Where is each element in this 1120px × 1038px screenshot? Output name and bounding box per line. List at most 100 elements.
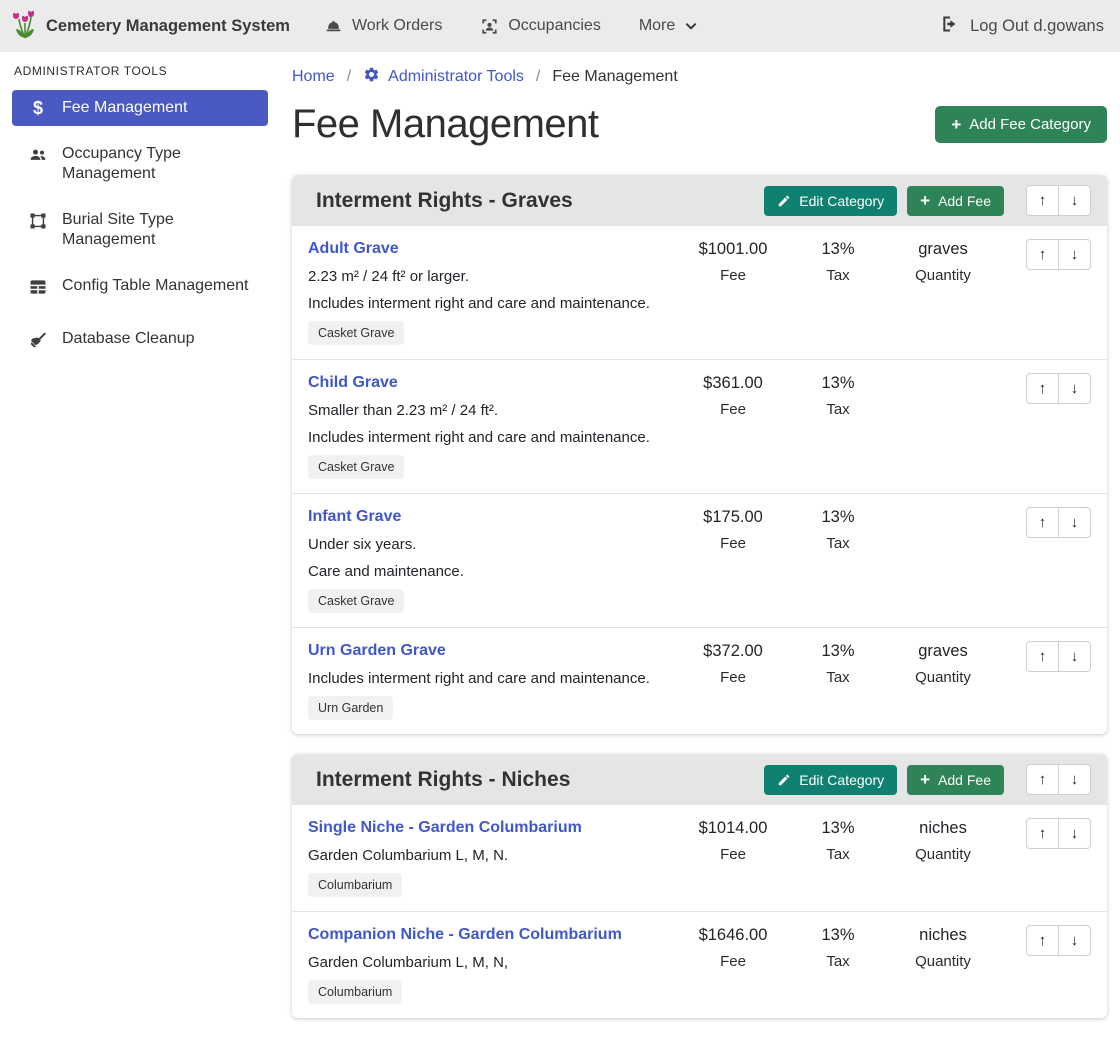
fee-tax-value: 13% — [793, 373, 883, 393]
fee-amount-value: $1646.00 — [673, 925, 793, 945]
move-fee-down-button[interactable]: ↓ — [1058, 818, 1091, 849]
edit-category-button[interactable]: Edit Category — [764, 765, 897, 795]
sidebar-item-config-table-management[interactable]: Config Table Management — [12, 268, 268, 311]
move-category-up-button[interactable]: ↑ — [1026, 764, 1059, 795]
fee-amount-label: Fee — [673, 535, 793, 552]
breadcrumb-separator: / — [347, 68, 351, 86]
fee-row: Urn Garden Grave Includes interment righ… — [292, 628, 1107, 734]
fee-type-badge: Casket Grave — [308, 455, 404, 479]
fee-name-link[interactable]: Companion Niche - Garden Columbarium — [308, 925, 622, 945]
move-fee-down-button[interactable]: ↓ — [1058, 507, 1091, 538]
fee-description: Includes interment right and care and ma… — [308, 295, 673, 313]
fee-badges: Casket Grave — [308, 455, 673, 485]
sidebar-item-label: Config Table Management — [62, 276, 249, 296]
fee-descriptions: Garden Columbarium L, M, N. — [308, 847, 673, 865]
fee-amount-value: $175.00 — [673, 507, 793, 527]
sidebar-item-label: Database Cleanup — [62, 329, 195, 349]
move-fee-up-button[interactable]: ↑ — [1026, 239, 1059, 270]
fee-descriptions: 2.23 m² / 24 ft² or larger.Includes inte… — [308, 268, 673, 313]
sidebar-item-burial-site-type-management[interactable]: Burial Site Type Management — [12, 202, 268, 258]
move-fee-down-button[interactable]: ↓ — [1058, 925, 1091, 956]
move-fee-down-button[interactable]: ↓ — [1058, 373, 1091, 404]
fee-amount-value: $1014.00 — [673, 818, 793, 838]
hard-hat-icon — [324, 17, 343, 36]
logout-button[interactable]: Log Out d.gowans — [940, 14, 1104, 39]
fee-quantity-label: Quantity — [883, 669, 1003, 686]
move-fee-up-button[interactable]: ↑ — [1026, 818, 1059, 849]
person-frame-icon — [480, 17, 499, 36]
fee-category-card: Interment Rights - Graves Edit Category … — [292, 175, 1107, 734]
fee-row: Infant Grave Under six years. Care and ma… — [292, 494, 1107, 628]
breadcrumb: Home / Administrator Tools / Fee Managem… — [292, 66, 1107, 88]
nav-item-more[interactable]: More — [639, 17, 698, 35]
fee-description: Care and maintenance. — [308, 563, 673, 581]
fee-amount-label: Fee — [673, 401, 793, 418]
breadcrumb-separator: / — [536, 68, 540, 86]
fee-description: Under six years. — [308, 536, 673, 554]
fee-description: Includes interment right and care and ma… — [308, 429, 673, 447]
fee-name-link[interactable]: Urn Garden Grave — [308, 641, 446, 661]
fee-name-link[interactable]: Child Grave — [308, 373, 398, 393]
move-fee-up-button[interactable]: ↑ — [1026, 641, 1059, 672]
fee-reorder-group: ↑ ↓ — [1026, 818, 1091, 849]
fee-list: Single Niche - Garden Columbarium Garden… — [292, 805, 1107, 1018]
sidebar-item-occupancy-type-management[interactable]: Occupancy Type Management — [12, 136, 268, 192]
logout-label: Log Out d.gowans — [970, 17, 1104, 36]
fee-type-badge: Casket Grave — [308, 321, 404, 345]
fee-reorder-group: ↑ ↓ — [1026, 507, 1091, 538]
fee-name-link[interactable]: Single Niche - Garden Columbarium — [308, 818, 582, 838]
edit-category-button[interactable]: Edit Category — [764, 186, 897, 216]
move-category-down-button[interactable]: ↓ — [1058, 764, 1091, 795]
add-fee-button[interactable]: + Add Fee — [907, 186, 1004, 216]
fee-badges: Casket Grave — [308, 589, 673, 619]
fee-type-badge: Columbarium — [308, 980, 402, 1004]
fee-descriptions: Under six years. Care and maintenance. — [308, 536, 673, 581]
fee-amount-label: Fee — [673, 846, 793, 863]
nav-item-work-orders[interactable]: Work Orders — [324, 17, 442, 36]
breadcrumb-current: Fee Management — [552, 68, 677, 86]
broom-icon — [28, 330, 48, 356]
add-fee-button[interactable]: + Add Fee — [907, 765, 1004, 795]
move-category-down-button[interactable]: ↓ — [1058, 185, 1091, 216]
fee-tax-value: 13% — [793, 507, 883, 527]
fee-tax-label: Tax — [793, 953, 883, 970]
nav-item-occupancies[interactable]: Occupancies — [480, 17, 601, 36]
fee-quantity-label: Quantity — [883, 846, 1003, 863]
breadcrumb-home-link[interactable]: Home — [292, 68, 335, 86]
fee-quantity-value: niches — [883, 818, 1003, 838]
brand[interactable]: Cemetery Management System — [12, 9, 290, 44]
move-fee-down-button[interactable]: ↓ — [1058, 239, 1091, 270]
fee-row: Child Grave Smaller than 2.23 m² / 24 ft… — [292, 360, 1107, 494]
move-category-up-button[interactable]: ↑ — [1026, 185, 1059, 216]
move-fee-up-button[interactable]: ↑ — [1026, 373, 1059, 404]
move-fee-up-button[interactable]: ↑ — [1026, 925, 1059, 956]
page-title: Fee Management — [292, 102, 599, 147]
fee-amount: $1014.00 Fee — [673, 818, 793, 863]
category-header: Interment Rights - Graves Edit Category … — [292, 175, 1107, 226]
dollar-icon: $ — [28, 99, 48, 117]
fee-tax-value: 13% — [793, 641, 883, 661]
fee-amount-label: Fee — [673, 267, 793, 284]
fee-quantity-value: graves — [883, 239, 1003, 259]
sidebar-item-label: Fee Management — [62, 98, 187, 118]
fee-name-link[interactable]: Adult Grave — [308, 239, 399, 259]
fee-name-link[interactable]: Infant Grave — [308, 507, 401, 527]
sidebar-item-database-cleanup[interactable]: Database Cleanup — [12, 321, 268, 364]
table-icon — [28, 277, 48, 303]
add-fee-category-button[interactable]: + Add Fee Category — [935, 106, 1107, 143]
sidebar-item-label: Occupancy Type Management — [62, 144, 252, 184]
pencil-icon — [777, 773, 791, 787]
fee-amount-label: Fee — [673, 953, 793, 970]
move-fee-up-button[interactable]: ↑ — [1026, 507, 1059, 538]
fee-amount-value: $1001.00 — [673, 239, 793, 259]
chevron-down-icon — [684, 19, 698, 33]
fee-description: Garden Columbarium L, M, N. — [308, 847, 673, 865]
sidebar-item-fee-management[interactable]: $ Fee Management — [12, 90, 268, 126]
fee-badges: Casket Grave — [308, 321, 673, 351]
move-fee-down-button[interactable]: ↓ — [1058, 641, 1091, 672]
fee-type-badge: Urn Garden — [308, 696, 393, 720]
category-reorder-group: ↑ ↓ — [1026, 185, 1091, 216]
fee-tax-label: Tax — [793, 669, 883, 686]
breadcrumb-admin-tools-link[interactable]: Administrator Tools — [363, 66, 524, 88]
fee-tax: 13% Tax — [793, 373, 883, 418]
